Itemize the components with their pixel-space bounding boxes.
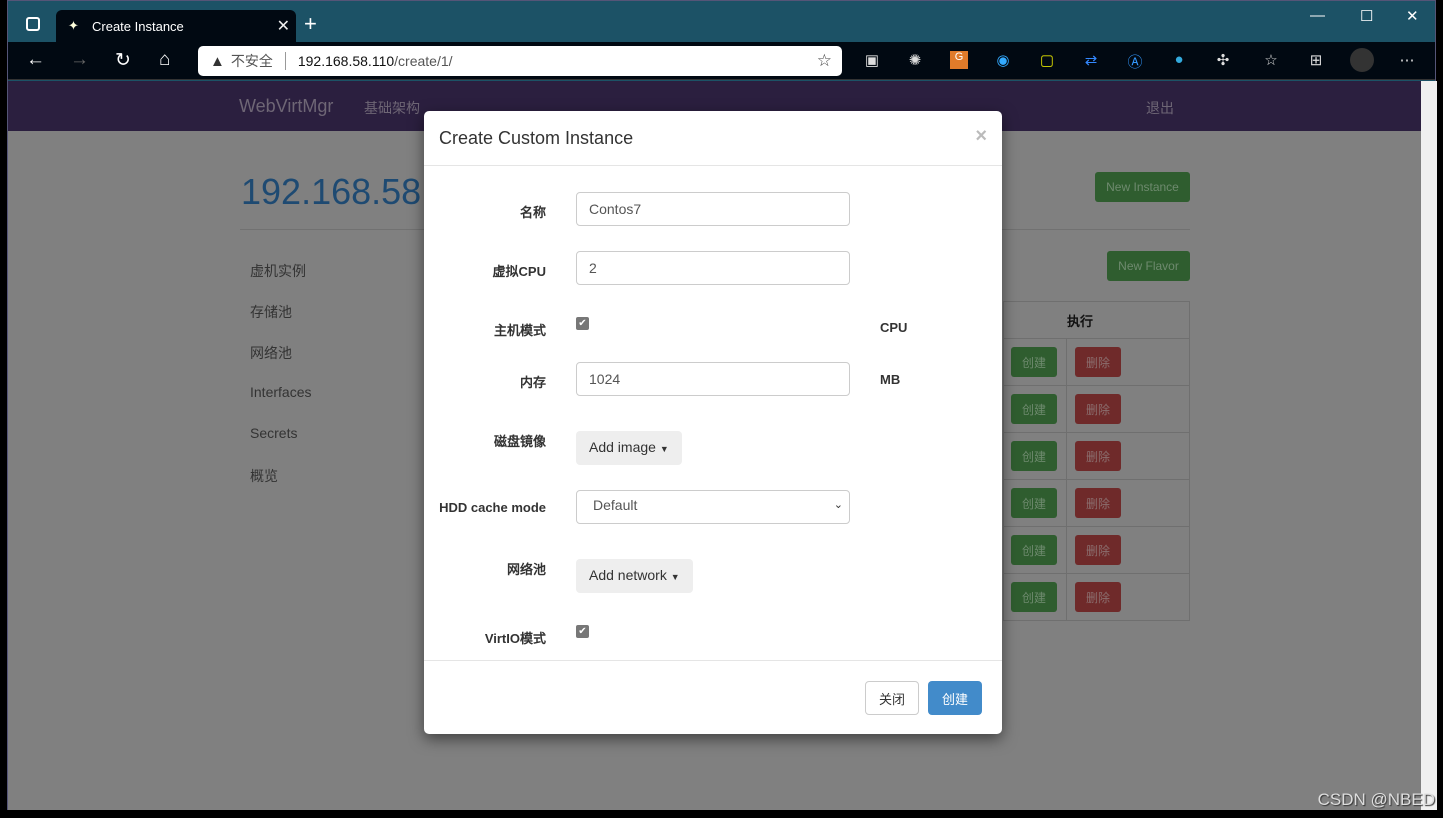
virtio-checkbox[interactable]: ✔	[576, 625, 589, 638]
extension-icon[interactable]: ●	[1170, 51, 1188, 69]
more-icon[interactable]: ⋯	[1398, 51, 1416, 69]
extension-icon[interactable]: ✺	[906, 51, 924, 69]
cache-mode-label: HDD cache mode	[439, 500, 546, 515]
flavor-table: 执行 创建 删除 创建 删除 创建 删除 创建 删除 创建 删除 创建 删除	[1003, 301, 1190, 621]
name-label: 名称	[519, 205, 546, 220]
add-image-label: Add image	[589, 439, 656, 455]
modal-title: Create Custom Instance	[439, 128, 634, 148]
extension-icon[interactable]: Ⓐ	[1126, 51, 1144, 71]
watermark: CSDN @NBED	[1317, 790, 1435, 809]
host-model-checkbox[interactable]: ✔	[576, 317, 589, 330]
table-row: 创建 删除	[1003, 573, 1190, 621]
vcpu-input[interactable]	[576, 251, 850, 285]
table-row: 创建 删除	[1003, 432, 1190, 480]
add-image-button[interactable]: Add image ▼	[576, 431, 682, 465]
host-model-label: 主机模式	[493, 323, 546, 338]
url-path: /create/1/	[394, 53, 453, 69]
sidebar-item-network[interactable]: 网络池	[250, 343, 292, 363]
warning-icon: ▲	[210, 52, 225, 70]
forward-icon[interactable]: →	[70, 49, 89, 71]
table-header-actions: 执行	[1003, 301, 1190, 339]
disk-image-label: 磁盘镜像	[493, 434, 546, 449]
caret-down-icon: ▼	[659, 444, 669, 454]
tab-bar: ✦ Create Instance ✕ + — ☐ ✕	[8, 1, 1435, 42]
close-window-icon[interactable]: ✕	[1406, 7, 1419, 25]
extensions-icon[interactable]: ✣	[1214, 51, 1232, 69]
table-row: 创建 删除	[1003, 479, 1190, 527]
row-create-button[interactable]: 创建	[1011, 582, 1057, 612]
tab-title: Create Instance	[92, 18, 184, 34]
extension-icon[interactable]: ▣	[863, 51, 881, 69]
new-flavor-button[interactable]: New Flavor	[1107, 251, 1190, 281]
profile-avatar[interactable]	[1350, 48, 1374, 72]
address-bar[interactable]: ▲ 不安全 192.168.58.110/create/1/ ☆	[198, 46, 842, 76]
create-button[interactable]: 创建	[928, 681, 982, 715]
create-instance-modal: Create Custom Instance× 名称 虚拟CPU 主机模式 ✔ …	[424, 111, 1002, 734]
cache-mode-value: Default	[593, 497, 638, 513]
maximize-icon[interactable]: ☐	[1360, 7, 1373, 25]
insecure-label: 不安全	[230, 53, 273, 69]
tab-create-instance[interactable]: ✦ Create Instance ✕	[56, 10, 296, 42]
extension-icon[interactable]: G	[950, 51, 968, 69]
memory-unit: MB	[880, 372, 901, 387]
close-button[interactable]: 关闭	[865, 681, 919, 715]
table-row: 创建 删除	[1003, 385, 1190, 433]
row-delete-button[interactable]: 删除	[1075, 488, 1121, 518]
add-network-label: Add network	[589, 567, 667, 583]
row-create-button[interactable]: 创建	[1011, 394, 1057, 424]
table-row: 创建 删除	[1003, 526, 1190, 574]
row-create-button[interactable]: 创建	[1011, 488, 1057, 518]
virtio-label: VirtIO模式	[484, 631, 546, 646]
new-instance-button[interactable]: New Instance	[1095, 172, 1190, 202]
minimize-icon[interactable]: —	[1310, 7, 1325, 24]
sidebar-item-overview[interactable]: 概览	[250, 466, 278, 486]
sidebar-item-secrets[interactable]: Secrets	[250, 425, 297, 441]
back-icon[interactable]: ←	[26, 49, 45, 71]
row-delete-button[interactable]: 删除	[1075, 394, 1121, 424]
row-delete-button[interactable]: 删除	[1075, 347, 1121, 377]
nav-infrastructure[interactable]: 基础架构	[364, 98, 420, 118]
modal-footer: 关闭 创建	[424, 660, 1002, 734]
add-favorite-icon[interactable]: ☆	[817, 51, 832, 71]
browser-toolbar: ← → ↻ ⌂ ▲ 不安全 192.168.58.110/create/1/ ☆…	[8, 42, 1435, 80]
row-delete-button[interactable]: 删除	[1075, 582, 1121, 612]
collections-icon[interactable]: ⊞	[1307, 51, 1325, 69]
host-model-unit: CPU	[880, 320, 908, 335]
vcpu-label: 虚拟CPU	[492, 264, 546, 279]
page-title: 192.168.58.	[241, 171, 432, 212]
row-delete-button[interactable]: 删除	[1075, 535, 1121, 565]
close-icon[interactable]: ×	[975, 125, 987, 148]
sidebar-item-interfaces[interactable]: Interfaces	[250, 384, 311, 400]
new-tab-icon[interactable]: +	[304, 11, 317, 37]
row-create-button[interactable]: 创建	[1011, 347, 1057, 377]
refresh-icon[interactable]: ↻	[115, 49, 131, 72]
table-row: 创建 删除	[1003, 338, 1190, 386]
network-label: 网络池	[506, 562, 546, 577]
sidebar-item-instances[interactable]: 虚机实例	[250, 261, 306, 281]
row-create-button[interactable]: 创建	[1011, 441, 1057, 471]
caret-down-icon: ▼	[670, 572, 680, 582]
tab-actions-icon[interactable]	[26, 17, 40, 31]
brand-link[interactable]: WebVirtMgr	[239, 96, 333, 117]
memory-input[interactable]	[576, 362, 850, 396]
name-input[interactable]	[576, 192, 850, 226]
favorites-icon[interactable]: ☆	[1262, 51, 1280, 69]
url-host: 192.168.58.110	[297, 53, 395, 69]
row-delete-button[interactable]: 删除	[1075, 441, 1121, 471]
close-tab-icon[interactable]: ✕	[277, 16, 290, 36]
favicon-icon: ✦	[68, 18, 79, 33]
extension-icon[interactable]: ▢	[1038, 51, 1056, 69]
row-create-button[interactable]: 创建	[1011, 535, 1057, 565]
add-network-button[interactable]: Add network ▼	[576, 559, 693, 593]
chevron-down-icon: ⌄	[833, 499, 843, 511]
sidebar-item-storage[interactable]: 存储池	[250, 302, 292, 322]
memory-label: 内存	[519, 375, 546, 390]
home-icon[interactable]: ⌂	[159, 49, 170, 71]
scrollbar[interactable]	[1421, 81, 1437, 810]
nav-logout[interactable]: 退出	[1146, 98, 1174, 118]
extension-icon[interactable]: ⇄	[1082, 51, 1100, 69]
cache-mode-select[interactable]: Default ⌄	[576, 490, 850, 524]
extension-icon[interactable]: ◉	[994, 51, 1012, 69]
